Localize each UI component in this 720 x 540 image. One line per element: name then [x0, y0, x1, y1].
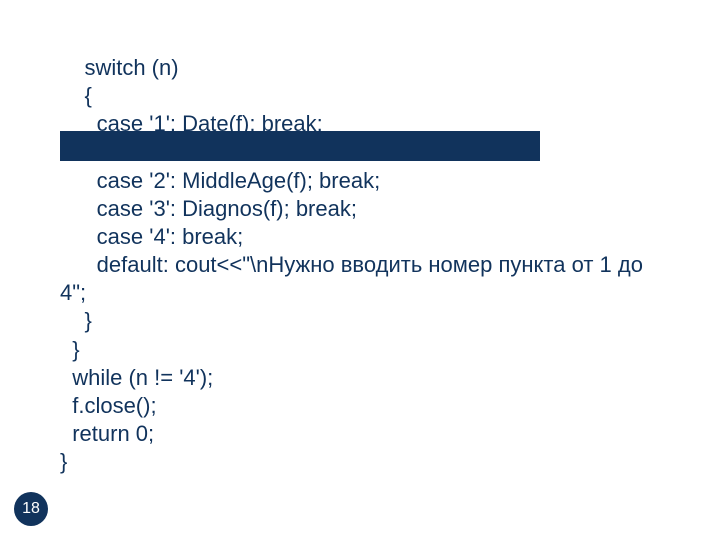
code-line: return 0;: [60, 420, 700, 448]
code-block: switch (n) { case '1': Date(f); break; c…: [60, 54, 700, 476]
code-line: switch (n): [60, 54, 700, 82]
code-line: {: [60, 82, 700, 110]
slide: switch (n) { case '1': Date(f); break; c…: [0, 0, 720, 540]
code-line: case '2': MiddleAge(f); break;: [60, 167, 700, 195]
code-line: case '4': break;: [60, 223, 700, 251]
code-line: }: [60, 336, 700, 364]
code-line: case '1': Date(f); break;: [60, 110, 700, 138]
code-line: f.close();: [60, 392, 700, 420]
page-number: 18: [14, 492, 48, 526]
code-line: case '3': Diagnos(f); break;: [60, 195, 700, 223]
code-line: 4";: [60, 279, 700, 307]
code-line: }: [60, 448, 700, 476]
code-line: }: [60, 307, 700, 335]
code-line: [60, 138, 700, 166]
code-line: default: cout<<"\nНужно вводить номер пу…: [60, 251, 700, 279]
code-line: while (n != '4');: [60, 364, 700, 392]
